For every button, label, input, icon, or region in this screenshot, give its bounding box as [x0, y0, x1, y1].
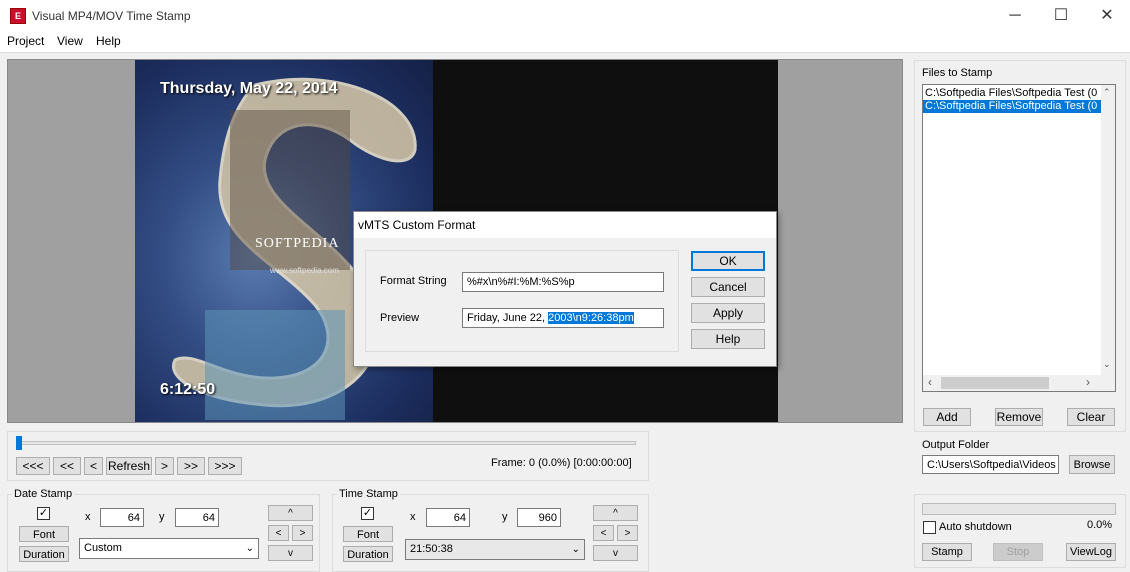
time-move-up-button[interactable]: ^ [593, 505, 638, 521]
files-vertical-scrollbar[interactable]: ⌃ ⌄ [1101, 85, 1115, 375]
date-move-up-button[interactable]: ^ [268, 505, 313, 521]
preview-label: Preview [380, 312, 420, 324]
custom-format-dialog: vMTS Custom Format Format String %#x\n%#… [353, 211, 777, 367]
time-y-label: y [502, 511, 508, 523]
preview-field[interactable]: Friday, June 22, 2003\n9:26:38pm [462, 308, 664, 328]
progress-bar [922, 503, 1116, 515]
stop-button[interactable]: Stop [993, 543, 1043, 561]
output-folder-input[interactable]: C:\Users\Softpedia\Videos [922, 455, 1059, 474]
menu-view[interactable]: View [57, 34, 83, 48]
help-button[interactable]: Help [691, 329, 765, 349]
remove-button[interactable]: Remove [995, 408, 1043, 426]
timeline-thumb[interactable] [16, 436, 22, 450]
date-move-right-button[interactable]: > [292, 525, 313, 541]
time-format-value: 21:50:38 [410, 543, 453, 555]
auto-shutdown-checkbox[interactable] [923, 521, 936, 534]
scroll-right-icon[interactable]: › [1086, 375, 1090, 389]
time-stamp-label: Time Stamp [337, 488, 400, 500]
menu-help[interactable]: Help [96, 34, 121, 48]
scroll-up-icon[interactable]: ⌃ [1103, 87, 1111, 98]
scroll-thumb[interactable] [941, 377, 1049, 389]
time-move-left-button[interactable]: < [593, 525, 614, 541]
scroll-down-icon[interactable]: ⌄ [1103, 359, 1111, 370]
progress-percent: 0.0% [1087, 519, 1113, 531]
viewlog-button[interactable]: ViewLog [1066, 543, 1116, 561]
chevron-down-icon: ⌄ [571, 544, 580, 555]
nav-first-button[interactable]: <<< [16, 457, 50, 475]
menu-project[interactable]: Project [7, 34, 44, 48]
list-item-selected[interactable]: C:\Softpedia Files\Softpedia Test (0 [923, 100, 1115, 113]
browse-button[interactable]: Browse [1069, 455, 1115, 474]
files-label: Files to Stamp [922, 67, 993, 79]
watermark-url: www.softpedia.com [270, 266, 339, 275]
output-folder-label: Output Folder [922, 439, 990, 451]
format-string-input[interactable]: %#x\n%#I:%M:%S%p [462, 272, 664, 292]
date-y-input[interactable]: 64 [175, 508, 219, 527]
format-string-label: Format String [380, 275, 447, 287]
date-duration-button[interactable]: Duration [19, 546, 69, 562]
nav-back-fast-button[interactable]: << [53, 457, 81, 475]
time-stamp-checkbox[interactable]: ✓ [361, 507, 374, 520]
chevron-down-icon: ⌄ [245, 543, 254, 554]
nav-forward-button[interactable]: > [155, 457, 174, 475]
timeline-track[interactable] [16, 441, 636, 445]
scroll-left-icon[interactable]: ‹ [928, 375, 932, 389]
date-stamp-label: Date Stamp [12, 488, 75, 500]
time-format-select[interactable]: 21:50:38 ⌄ [405, 539, 585, 560]
date-stamp-checkbox[interactable]: ✓ [37, 507, 50, 520]
maximize-icon[interactable]: ☐ [1038, 0, 1084, 32]
window-title: Visual MP4/MOV Time Stamp [32, 9, 191, 23]
preview-text: Friday, June 22, [467, 312, 549, 324]
format-group [365, 250, 679, 352]
minimize-icon[interactable]: ─ [992, 0, 1038, 32]
time-y-input[interactable]: 960 [517, 508, 561, 527]
ok-button[interactable]: OK [691, 251, 765, 271]
dialog-title: vMTS Custom Format [358, 218, 476, 232]
date-format-value: Custom [84, 542, 122, 554]
preview-selected-text: 2003\n9:26:38pm [548, 312, 634, 324]
date-move-down-button[interactable]: v [268, 545, 313, 561]
nav-last-button[interactable]: >>> [208, 457, 242, 475]
time-x-label: x [410, 511, 416, 523]
check-icon: ✓ [362, 507, 373, 519]
clear-button[interactable]: Clear [1067, 408, 1115, 426]
date-font-button[interactable]: Font [19, 526, 69, 542]
date-overlay: Thursday, May 22, 2014 [160, 80, 338, 97]
apply-button[interactable]: Apply [691, 303, 765, 323]
close-icon[interactable]: ✕ [1084, 0, 1130, 32]
time-x-input[interactable]: 64 [426, 508, 470, 527]
auto-shutdown-label: Auto shutdown [939, 521, 1012, 533]
nav-back-button[interactable]: < [84, 457, 103, 475]
time-move-down-button[interactable]: v [593, 545, 638, 561]
check-icon: ✓ [38, 507, 49, 519]
stamp-button[interactable]: Stamp [922, 543, 972, 561]
date-x-label: x [85, 511, 91, 523]
time-font-button[interactable]: Font [343, 526, 393, 542]
frame-info: Frame: 0 (0.0%) [0:00:00:00] [491, 457, 632, 469]
date-x-input[interactable]: 64 [100, 508, 144, 527]
cancel-button[interactable]: Cancel [691, 277, 765, 297]
time-overlay: 6:12:50 [160, 381, 216, 398]
files-list[interactable]: C:\Softpedia Files\Softpedia Test (0 C:\… [922, 84, 1116, 392]
date-format-select[interactable]: Custom ⌄ [79, 538, 259, 559]
date-y-label: y [159, 511, 165, 523]
time-duration-button[interactable]: Duration [343, 546, 393, 562]
refresh-button[interactable]: Refresh [106, 457, 152, 475]
watermark-text: SOFTPEDIA [255, 236, 340, 251]
nav-buttons: <<< << < Refresh > >> >>> [16, 457, 242, 475]
nav-forward-fast-button[interactable]: >> [177, 457, 205, 475]
date-move-left-button[interactable]: < [268, 525, 289, 541]
app-logo-icon[interactable]: E [10, 8, 26, 24]
menu-bar [0, 32, 1130, 53]
time-move-right-button[interactable]: > [617, 525, 638, 541]
list-item[interactable]: C:\Softpedia Files\Softpedia Test (0 [923, 87, 1115, 100]
files-horizontal-scrollbar[interactable]: ‹ › [923, 375, 1115, 391]
add-button[interactable]: Add [923, 408, 971, 426]
